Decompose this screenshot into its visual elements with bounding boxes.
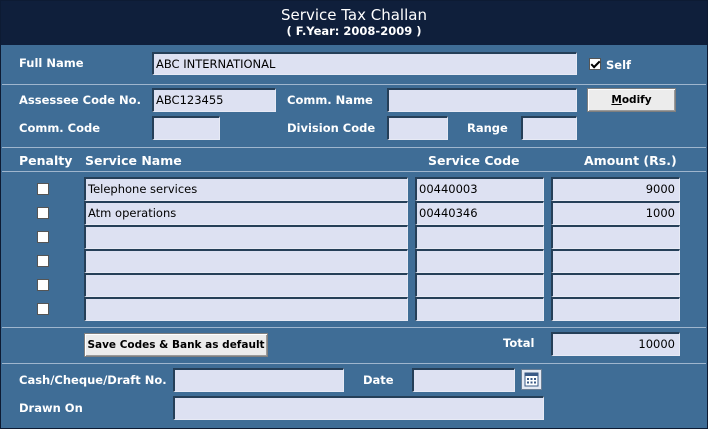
service-name-cell[interactable]	[84, 297, 408, 321]
calendar-icon[interactable]	[521, 369, 542, 390]
full-name-label: Full Name	[19, 56, 84, 70]
penalty-checkbox[interactable]	[37, 255, 49, 267]
separator	[2, 147, 706, 148]
self-checkbox[interactable]	[589, 58, 601, 70]
comm-code-input[interactable]	[152, 116, 220, 140]
comm-name-label: Comm. Name	[287, 93, 373, 107]
amount-cell[interactable]	[551, 297, 680, 321]
cheque-number-label: Cash/Cheque/Draft No.	[19, 373, 167, 387]
self-label: Self	[606, 58, 632, 72]
amount-cell[interactable]	[551, 225, 680, 249]
assessee-code-input[interactable]: ABC123455	[152, 88, 276, 112]
drawn-on-input[interactable]	[173, 396, 544, 420]
amount-column-header: Amount (Rs.)	[584, 153, 677, 168]
service-code-cell[interactable]	[415, 297, 544, 321]
service-code-cell[interactable]	[415, 273, 544, 297]
service-name-column-header: Service Name	[85, 153, 182, 168]
penalty-checkbox[interactable]	[37, 279, 49, 291]
comm-name-input[interactable]	[387, 88, 577, 112]
amount-cell[interactable]	[551, 249, 680, 273]
save-defaults-button[interactable]: Save Codes & Bank as default	[84, 333, 268, 357]
drawn-on-label: Drawn On	[19, 401, 83, 415]
modify-button[interactable]: Modify	[587, 88, 676, 112]
modify-label: odify	[621, 94, 652, 106]
penalty-column-header: Penalty	[19, 153, 73, 168]
service-code-cell[interactable]	[415, 249, 544, 273]
service-name-cell[interactable]: Atm operations	[84, 201, 408, 225]
assessee-code-label: Assessee Code No.	[19, 93, 141, 107]
service-code-cell[interactable]: 00440346	[415, 201, 544, 225]
penalty-checkbox[interactable]	[37, 303, 49, 315]
service-tax-challan-window: Service Tax Challan ( F.Year: 2008-2009 …	[0, 0, 708, 429]
window-title: Service Tax Challan	[281, 6, 427, 24]
cheque-number-input[interactable]	[173, 368, 344, 392]
service-code-column-header: Service Code	[428, 153, 520, 168]
full-name-input[interactable]: ABC INTERNATIONAL	[152, 52, 577, 75]
service-name-cell[interactable]: Telephone services	[84, 177, 408, 201]
range-label: Range	[467, 121, 508, 135]
penalty-checkbox[interactable]	[37, 207, 49, 219]
division-code-input[interactable]	[387, 116, 448, 140]
separator	[2, 84, 706, 85]
separator	[2, 171, 706, 172]
service-name-cell[interactable]	[84, 225, 408, 249]
range-input[interactable]	[521, 116, 577, 140]
amount-cell[interactable]: 9000	[551, 177, 680, 201]
amount-cell[interactable]: 1000	[551, 201, 680, 225]
division-code-label: Division Code	[287, 121, 376, 135]
total-label: Total	[503, 336, 535, 350]
date-input[interactable]	[412, 368, 515, 392]
modify-mnemonic: M	[611, 94, 622, 106]
service-name-cell[interactable]	[84, 249, 408, 273]
service-code-cell[interactable]	[415, 225, 544, 249]
separator	[2, 327, 706, 328]
total-value: 10000	[551, 332, 680, 356]
date-label: Date	[363, 373, 394, 387]
comm-code-label: Comm. Code	[19, 121, 101, 135]
amount-cell[interactable]	[551, 273, 680, 297]
title-bar: Service Tax Challan ( F.Year: 2008-2009 …	[1, 1, 707, 45]
service-code-cell[interactable]: 00440003	[415, 177, 544, 201]
window-subtitle: ( F.Year: 2008-2009 )	[286, 24, 422, 38]
service-name-cell[interactable]	[84, 273, 408, 297]
penalty-checkbox[interactable]	[37, 183, 49, 195]
penalty-checkbox[interactable]	[37, 231, 49, 243]
separator	[2, 363, 706, 364]
